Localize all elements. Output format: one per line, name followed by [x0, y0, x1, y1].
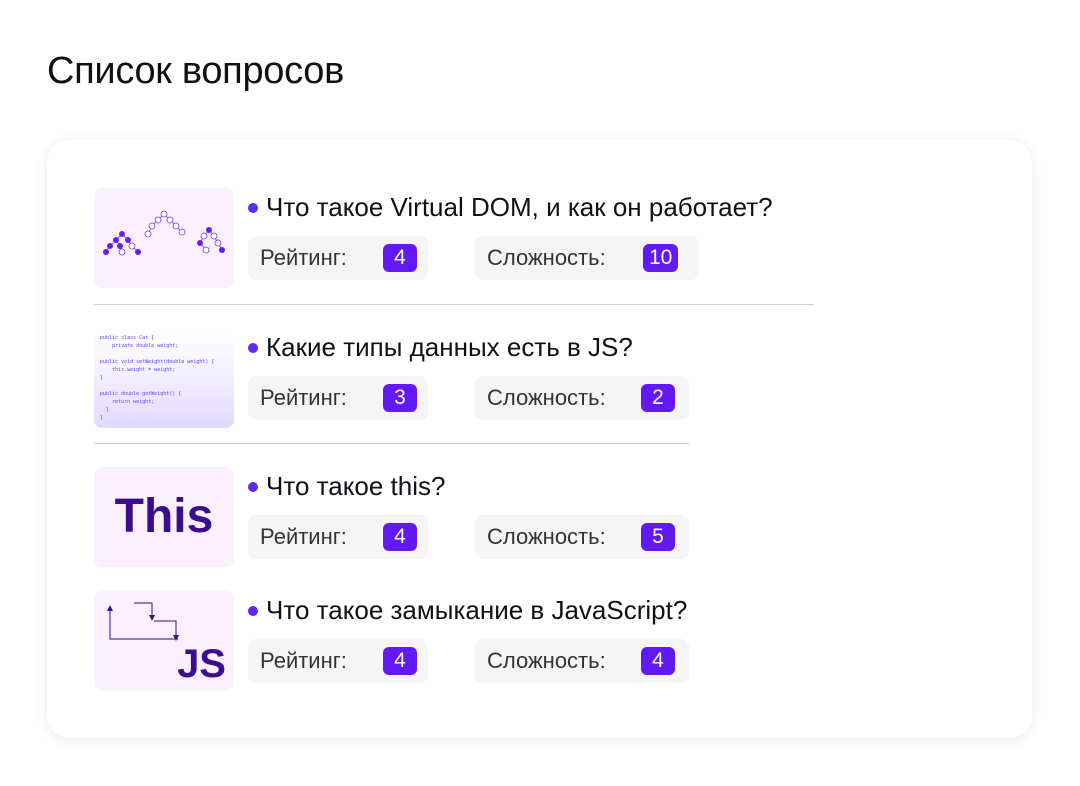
difficulty-badge: 5	[641, 523, 675, 551]
difficulty-label: Сложность:	[487, 524, 606, 549]
difficulty-label: Сложность:	[487, 385, 606, 410]
code-thumbnail: public class Cat { private double weight…	[94, 328, 234, 428]
rating-label: Рейтинг:	[260, 245, 347, 270]
closure-thumbnail: JS	[94, 591, 234, 691]
question-title[interactable]: Что такое this?	[248, 471, 445, 502]
bullet-icon	[248, 605, 258, 616]
difficulty-label: Сложность:	[487, 245, 606, 270]
difficulty-chip: Сложность: 5	[475, 515, 689, 559]
bullet-icon	[248, 342, 258, 353]
rating-label: Рейтинг:	[260, 648, 347, 673]
difficulty-chip: Сложность: 4	[475, 639, 689, 683]
question-title[interactable]: Что такое замыкание в JavaScript?	[248, 595, 687, 626]
js-logo-icon: JS	[177, 642, 226, 686]
this-keyword-icon: This	[114, 490, 214, 543]
difficulty-badge: 4	[641, 647, 675, 675]
this-thumbnail: This	[94, 467, 234, 567]
bullet-icon	[248, 481, 258, 492]
questions-card: Что такое Virtual DOM, и как он работает…	[47, 140, 1032, 738]
difficulty-badge: 10	[643, 244, 679, 272]
page-title: Список вопросов	[47, 50, 344, 92]
difficulty-badge: 2	[641, 384, 675, 412]
question-title[interactable]: Какие типы данных есть в JS?	[248, 332, 633, 363]
rating-label: Рейтинг:	[260, 524, 347, 549]
rating-badge: 4	[383, 244, 417, 272]
difficulty-chip: Сложность: 10	[475, 236, 699, 280]
divider	[94, 443, 689, 444]
rating-badge: 4	[383, 647, 417, 675]
rating-badge: 3	[383, 384, 417, 412]
difficulty-label: Сложность:	[487, 648, 606, 673]
difficulty-chip: Сложность: 2	[475, 376, 689, 420]
rating-chip: Рейтинг: 3	[248, 376, 428, 420]
rating-badge: 4	[383, 523, 417, 551]
rating-label: Рейтинг:	[260, 385, 347, 410]
divider	[94, 304, 814, 305]
question-title[interactable]: Что такое Virtual DOM, и как он работает…	[248, 192, 773, 223]
rating-chip: Рейтинг: 4	[248, 515, 428, 559]
rating-chip: Рейтинг: 4	[248, 236, 428, 280]
bullet-icon	[248, 202, 258, 213]
code-snippet-icon: public class Cat { private double weight…	[100, 335, 215, 421]
virtual-dom-tree-icon	[103, 210, 225, 256]
virtual-dom-thumbnail	[94, 188, 234, 288]
rating-chip: Рейтинг: 4	[248, 639, 428, 683]
